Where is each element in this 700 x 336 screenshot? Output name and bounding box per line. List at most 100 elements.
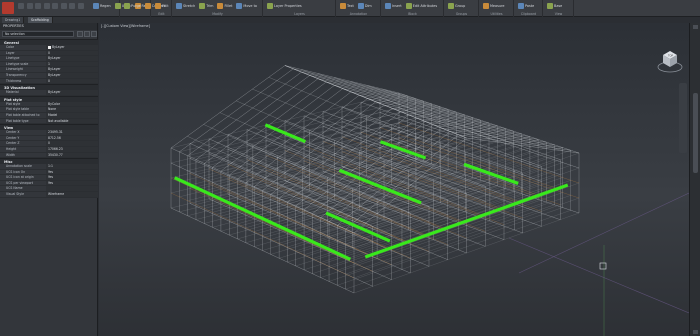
- ribbon-group-name: Utilities: [490, 12, 503, 16]
- ribbon-button-label: Edit: [162, 3, 169, 8]
- scroll-up-icon[interactable]: [693, 25, 698, 29]
- quick-access-icon[interactable]: [77, 3, 84, 9]
- scaffold-model: [170, 65, 689, 336]
- property-value[interactable]: 0: [46, 78, 98, 84]
- ribbon-button-3-0[interactable]: Stretch: [175, 1, 196, 10]
- property-value[interactable]: Yes: [46, 175, 98, 180]
- ribbon-button-9-0[interactable]: Paste: [517, 1, 535, 10]
- property-value-text: 0: [48, 78, 50, 83]
- property-name: Annotation scale: [6, 164, 32, 169]
- property-name: Plot style table: [6, 107, 30, 112]
- ribbon-button-10-0[interactable]: Base: [546, 1, 563, 10]
- tool-icon: [236, 2, 243, 9]
- quick-access-icon[interactable]: [26, 3, 33, 9]
- tool-icon: [518, 2, 524, 9]
- ribbon-group-name: Block: [408, 12, 417, 16]
- property-value[interactable]: 0: [46, 50, 98, 56]
- property-value-text: 23495.31: [48, 130, 63, 135]
- property-value[interactable]: Not available: [46, 118, 98, 124]
- tool-icon: [217, 2, 224, 9]
- ribbon-button-6-1[interactable]: Edit Attributes: [405, 1, 438, 10]
- ribbon-button-5-0[interactable]: Text: [339, 1, 355, 10]
- property-value[interactable]: 8712.56: [46, 135, 98, 141]
- viewcube-icon[interactable]: TOP: [657, 45, 683, 77]
- property-value-text: 8712.56: [48, 135, 61, 140]
- navigation-bar[interactable]: [679, 83, 687, 153]
- ribbon-button-6-0[interactable]: Insert: [384, 1, 403, 10]
- ribbon-button-7-0[interactable]: Group: [447, 1, 466, 10]
- tool-icon: [448, 2, 454, 9]
- property-value[interactable]: [46, 186, 98, 192]
- viewcube-face-label: TOP: [668, 54, 673, 58]
- ribbon-button-5-1[interactable]: Dim: [357, 1, 373, 10]
- ribbon-group-3: Stretch Trim Fillet Move to Modify: [173, 0, 263, 17]
- selection-dropdown[interactable]: No selection: [2, 31, 74, 37]
- property-value[interactable]: Yes: [46, 169, 98, 175]
- property-value[interactable]: 35430.77: [46, 152, 98, 158]
- property-value[interactable]: ByColor: [46, 101, 98, 107]
- scroll-down-icon[interactable]: [693, 330, 698, 334]
- property-value-text: ByColor: [48, 101, 61, 106]
- application-menu-icon[interactable]: [2, 2, 14, 14]
- property-name: Height: [6, 146, 17, 151]
- property-value[interactable]: ByLayer: [46, 67, 98, 72]
- ribbon-group-5: Text Dim Annotation: [337, 0, 381, 17]
- quick-access-icon[interactable]: [60, 3, 67, 9]
- ribbon-button-8-0[interactable]: Measure: [482, 1, 505, 10]
- property-value-text: Model: [48, 112, 58, 117]
- property-value-text: 0: [48, 50, 50, 55]
- quick-access-icon[interactable]: [52, 3, 58, 9]
- quick-access-icon[interactable]: [43, 3, 50, 9]
- quick-access-icon[interactable]: [18, 3, 24, 9]
- toggle-pickadd-icon[interactable]: [77, 31, 83, 37]
- property-value[interactable]: 23495.31: [46, 130, 98, 135]
- property-value[interactable]: ByLayer: [46, 72, 98, 78]
- ribbon-button-3-1[interactable]: Trim: [198, 1, 214, 10]
- ribbon-button-3-2[interactable]: Fillet: [216, 1, 233, 10]
- property-value[interactable]: None: [46, 107, 98, 112]
- ribbon-button-2-0[interactable]: Edit: [154, 1, 170, 10]
- property-name: Plot table type: [6, 118, 29, 123]
- quick-select-icon[interactable]: [91, 31, 97, 37]
- property-name: Layer: [6, 50, 15, 55]
- property-value[interactable]: 1:1: [46, 164, 98, 169]
- property-value[interactable]: ByLayer: [46, 56, 98, 61]
- crosshair-cursor-icon: [599, 262, 607, 270]
- vertical-scrollbar[interactable]: [689, 23, 700, 336]
- property-value-text: 1:1: [48, 164, 53, 169]
- quick-access-icon[interactable]: [69, 3, 75, 9]
- ribbon-group-6: Insert Edit Attributes Block: [382, 0, 444, 17]
- model-viewport[interactable]: [-][Custom View][Wireframe] TOP: [99, 23, 689, 336]
- property-value[interactable]: 1: [46, 61, 98, 67]
- ribbon-button-3-3[interactable]: Move to: [235, 1, 258, 10]
- quick-access-icon[interactable]: [35, 3, 41, 9]
- property-name: UCS Name: [6, 186, 23, 191]
- ribbon-button-label: Stretch: [183, 3, 196, 8]
- property-value[interactable]: 0: [46, 141, 98, 146]
- tool-icon: [483, 2, 489, 9]
- property-value[interactable]: 17066.23: [46, 146, 98, 152]
- property-value-text: 17066.23: [48, 146, 63, 151]
- ribbon-group-9: Paste Clipboard: [515, 0, 543, 17]
- property-value[interactable]: Model: [46, 112, 98, 118]
- property-value[interactable]: ByLayer: [46, 45, 98, 50]
- property-value-text: ByLayer: [48, 72, 61, 77]
- ribbon-button-0-0[interactable]: Regen: [92, 1, 112, 10]
- property-row[interactable]: Visual Style Wireframe: [0, 192, 98, 198]
- scaffold-ledger: [341, 121, 523, 189]
- ribbon-button-4-0[interactable]: Layer Properties: [266, 1, 303, 10]
- properties-list: General Color ByLayer Layer 0 Linetype ByLayer…: [0, 39, 98, 198]
- ribbon-button-label: Purge: [131, 3, 141, 8]
- property-name: Plot table attached to: [6, 112, 40, 117]
- property-value[interactable]: Wireframe: [46, 192, 98, 197]
- ribbon-group-2: Edit Edit: [152, 0, 172, 17]
- property-value-text: Yes: [48, 169, 53, 174]
- property-value-text: None: [48, 107, 57, 112]
- property-value[interactable]: Yes: [46, 180, 98, 186]
- ribbon-button-1-0[interactable]: Purge: [123, 1, 142, 10]
- property-value[interactable]: ByLayer: [46, 90, 98, 95]
- tool-icon: [114, 2, 121, 9]
- select-objects-icon[interactable]: [84, 31, 90, 37]
- property-name: Center Z: [6, 141, 20, 146]
- scroll-thumb[interactable]: [693, 93, 698, 173]
